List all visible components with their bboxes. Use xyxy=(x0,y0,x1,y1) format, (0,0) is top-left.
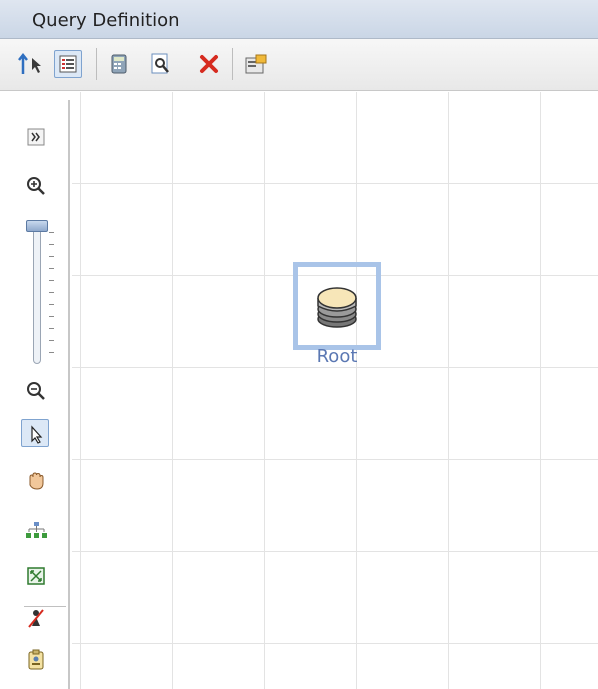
hide-node-icon[interactable] xyxy=(23,605,49,631)
zoom-slider-thumb[interactable] xyxy=(26,220,48,232)
zoom-slider-ticks xyxy=(49,232,55,360)
panel-header: Query Definition xyxy=(0,0,598,39)
toolbar-separator xyxy=(232,48,233,80)
list-view-icon[interactable] xyxy=(54,50,82,78)
pan-hand-icon[interactable] xyxy=(23,468,49,494)
toolbar-separator xyxy=(96,48,97,80)
panel-title: Query Definition xyxy=(32,10,180,31)
properties-icon[interactable] xyxy=(241,50,269,78)
sort-arrows-icon[interactable] xyxy=(16,50,44,78)
zoom-out-icon[interactable] xyxy=(23,378,49,404)
database-icon[interactable] xyxy=(309,280,365,336)
query-canvas[interactable] xyxy=(72,92,598,689)
node-label[interactable]: Root xyxy=(309,346,365,367)
expand-icon[interactable] xyxy=(23,124,49,150)
left-toolbar xyxy=(0,100,70,689)
preview-icon[interactable] xyxy=(146,50,174,78)
toolbar xyxy=(0,39,598,91)
hierarchy-layout-icon[interactable] xyxy=(23,518,49,544)
fit-to-window-icon[interactable] xyxy=(23,563,49,589)
zoom-slider-track[interactable] xyxy=(33,228,41,364)
report-icon[interactable] xyxy=(23,647,49,673)
delete-icon[interactable] xyxy=(195,50,223,78)
calculator-icon[interactable] xyxy=(105,50,133,78)
zoom-in-icon[interactable] xyxy=(23,173,49,199)
select-pointer-icon[interactable] xyxy=(21,419,49,447)
